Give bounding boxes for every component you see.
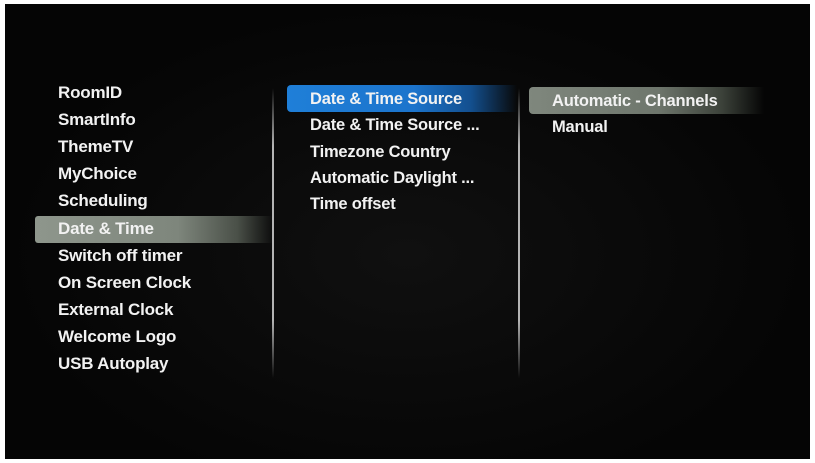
- menu-item-switch-off-timer[interactable]: Switch off timer: [58, 243, 183, 269]
- submenu-item-date-time-source-2[interactable]: Date & Time Source ...: [310, 112, 480, 138]
- column-divider: [272, 88, 274, 378]
- submenu-item-automatic-daylight[interactable]: Automatic Daylight ...: [310, 165, 474, 191]
- column-divider: [518, 88, 520, 378]
- menu-item-scheduling[interactable]: Scheduling: [58, 188, 148, 214]
- menu-item-date-time[interactable]: Date & Time: [58, 216, 154, 242]
- menu-item-welcome-logo[interactable]: Welcome Logo: [58, 324, 176, 350]
- menu-item-mychoice[interactable]: MyChoice: [58, 161, 137, 187]
- menu-item-themetv[interactable]: ThemeTV: [58, 134, 133, 160]
- submenu-item-time-offset[interactable]: Time offset: [310, 191, 396, 217]
- option-automatic-channels[interactable]: Automatic - Channels: [552, 88, 718, 114]
- menu-item-on-screen-clock[interactable]: On Screen Clock: [58, 270, 191, 296]
- menu-item-usb-autoplay[interactable]: USB Autoplay: [58, 351, 169, 377]
- submenu-item-date-time-source[interactable]: Date & Time Source: [310, 86, 462, 112]
- menu-item-external-clock[interactable]: External Clock: [58, 297, 174, 323]
- option-manual[interactable]: Manual: [552, 114, 608, 140]
- menu-item-roomid[interactable]: RoomID: [58, 80, 122, 106]
- tv-settings-screen: RoomID SmartInfo ThemeTV MyChoice Schedu…: [5, 4, 810, 459]
- menu-item-smartinfo[interactable]: SmartInfo: [58, 107, 136, 133]
- submenu-item-timezone-country[interactable]: Timezone Country: [310, 139, 451, 165]
